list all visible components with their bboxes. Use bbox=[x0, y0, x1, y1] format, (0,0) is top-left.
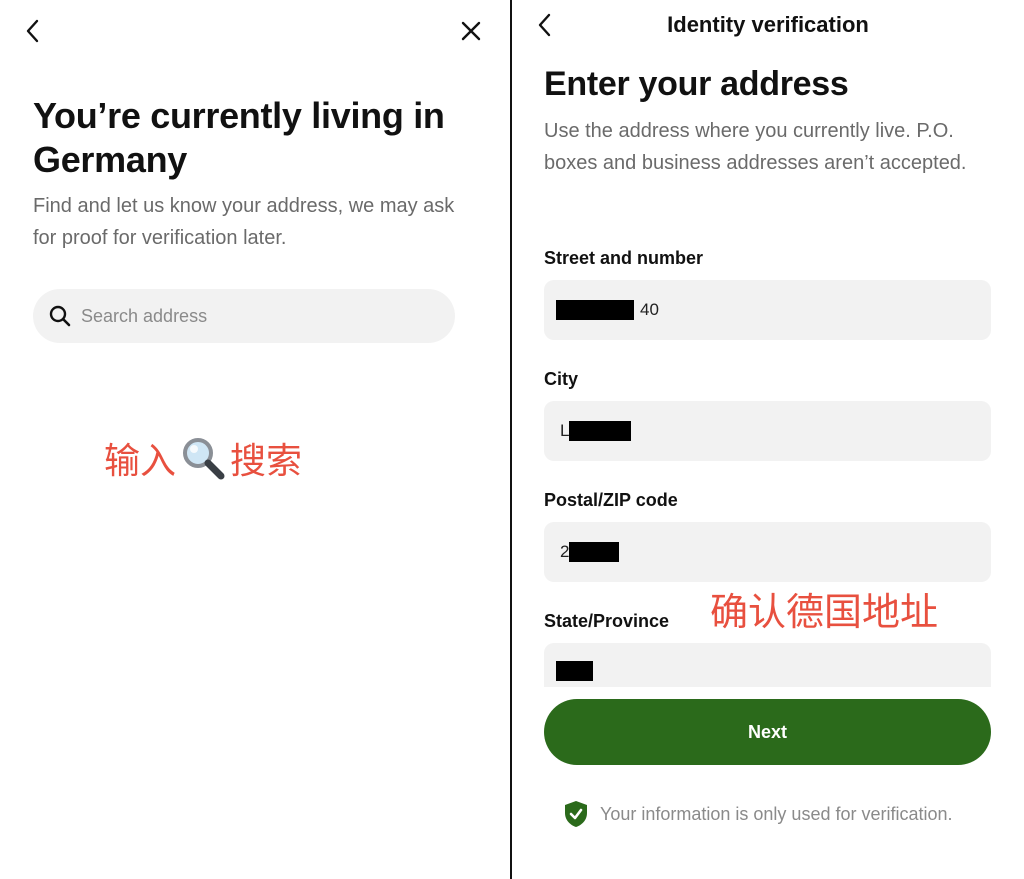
right-screen: Identity verification Enter your address… bbox=[512, 0, 1024, 879]
page-subtitle: Find and let us know your address, we ma… bbox=[33, 195, 455, 249]
annotation-text-after: 搜索 bbox=[230, 440, 303, 481]
next-button[interactable]: Next bbox=[544, 699, 991, 765]
search-icon bbox=[49, 305, 71, 327]
left-screen: You’re currently living in Germany Find … bbox=[0, 0, 510, 879]
redacted-block bbox=[569, 421, 632, 441]
redacted-block bbox=[556, 661, 593, 681]
city-field-value: L bbox=[560, 421, 570, 440]
close-button[interactable] bbox=[456, 16, 486, 46]
search-input[interactable] bbox=[81, 305, 421, 327]
back-icon bbox=[538, 13, 551, 37]
back-icon bbox=[26, 19, 39, 43]
street-field[interactable]: 40 bbox=[544, 280, 991, 340]
state-label: State/Province bbox=[544, 611, 670, 631]
page-subtitle: Use the address where you currently live… bbox=[544, 120, 967, 174]
state-field[interactable] bbox=[544, 643, 991, 687]
page-title: You’re currently living in Germany bbox=[33, 95, 445, 180]
city-field[interactable]: L bbox=[544, 401, 991, 461]
back-button[interactable] bbox=[18, 16, 48, 46]
annotation-confirm-address: 确认德国地址 bbox=[710, 592, 939, 634]
back-button[interactable] bbox=[530, 10, 560, 40]
privacy-note-text: Your information is only used for verifi… bbox=[600, 803, 953, 824]
shield-check-icon bbox=[564, 800, 588, 828]
page-title: Enter your address bbox=[544, 65, 849, 103]
redacted-block bbox=[556, 300, 634, 320]
redacted-block bbox=[569, 542, 620, 562]
city-label: City bbox=[544, 369, 579, 389]
annotation-text-before: 输入 bbox=[104, 440, 177, 481]
header-title: Identity verification bbox=[667, 12, 869, 37]
street-label: Street and number bbox=[544, 248, 704, 268]
privacy-note: Your information is only used for verifi… bbox=[564, 800, 953, 828]
postal-field-value: 2 bbox=[560, 542, 570, 561]
postal-field[interactable]: 2 bbox=[544, 522, 991, 582]
postal-label: Postal/ZIP code bbox=[544, 490, 678, 510]
annotation-search: 输入 搜索 bbox=[104, 432, 302, 484]
street-field-value: 40 bbox=[640, 300, 659, 319]
search-box[interactable] bbox=[33, 289, 455, 343]
close-icon bbox=[461, 21, 481, 41]
magnifier-emoji-icon bbox=[180, 435, 226, 481]
